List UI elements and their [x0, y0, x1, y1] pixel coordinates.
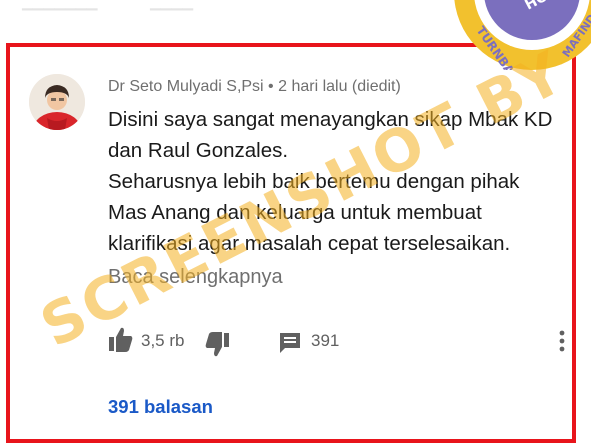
comment-line: Seharusnya lebih baik bertemu dengan pih…: [108, 170, 520, 193]
hoax-badge-logo: HOAX TURNBACKHOAX MAFINDO: [454, 0, 591, 70]
more-options-icon[interactable]: [556, 329, 568, 353]
comment-actions: 3,5 rb 391: [108, 326, 578, 358]
comment-meta: Dr Seto Mulyadi S,Psi • 2 hari lalu (die…: [108, 78, 401, 96]
comment-line: Mas Anang dan keluarga untuk membuat: [108, 201, 482, 224]
comment-body: Disini saya sangat menayangkan sikap Mba…: [108, 104, 568, 259]
thumbs-up-icon[interactable]: [108, 326, 134, 354]
reply-comment-icon[interactable]: [278, 331, 302, 355]
read-more-link[interactable]: Baca selengkapnya: [108, 266, 283, 289]
comment-line: klarifikasi agar masalah cepat terselesa…: [108, 232, 511, 255]
comment-timestamp: • 2 hari lalu (diedit): [263, 78, 401, 95]
avatar-image: [29, 74, 85, 130]
reply-count: 391: [311, 331, 340, 350]
like-count: 3,5 rb: [141, 331, 185, 350]
view-replies-link[interactable]: 391 balasan: [108, 396, 213, 418]
comment-line: dan Raul Gonzales.: [108, 139, 289, 162]
faded-text: ▁▁▁▁: [150, 0, 194, 10]
avatar[interactable]: [29, 74, 85, 130]
faded-text: ▁▁▁▁▁▁▁: [22, 0, 98, 10]
thumbs-down-icon[interactable]: [204, 330, 230, 358]
author-name[interactable]: Dr Seto Mulyadi S,Psi: [108, 78, 264, 95]
comment-line: Disini saya sangat menayangkan sikap Mba…: [108, 108, 553, 131]
